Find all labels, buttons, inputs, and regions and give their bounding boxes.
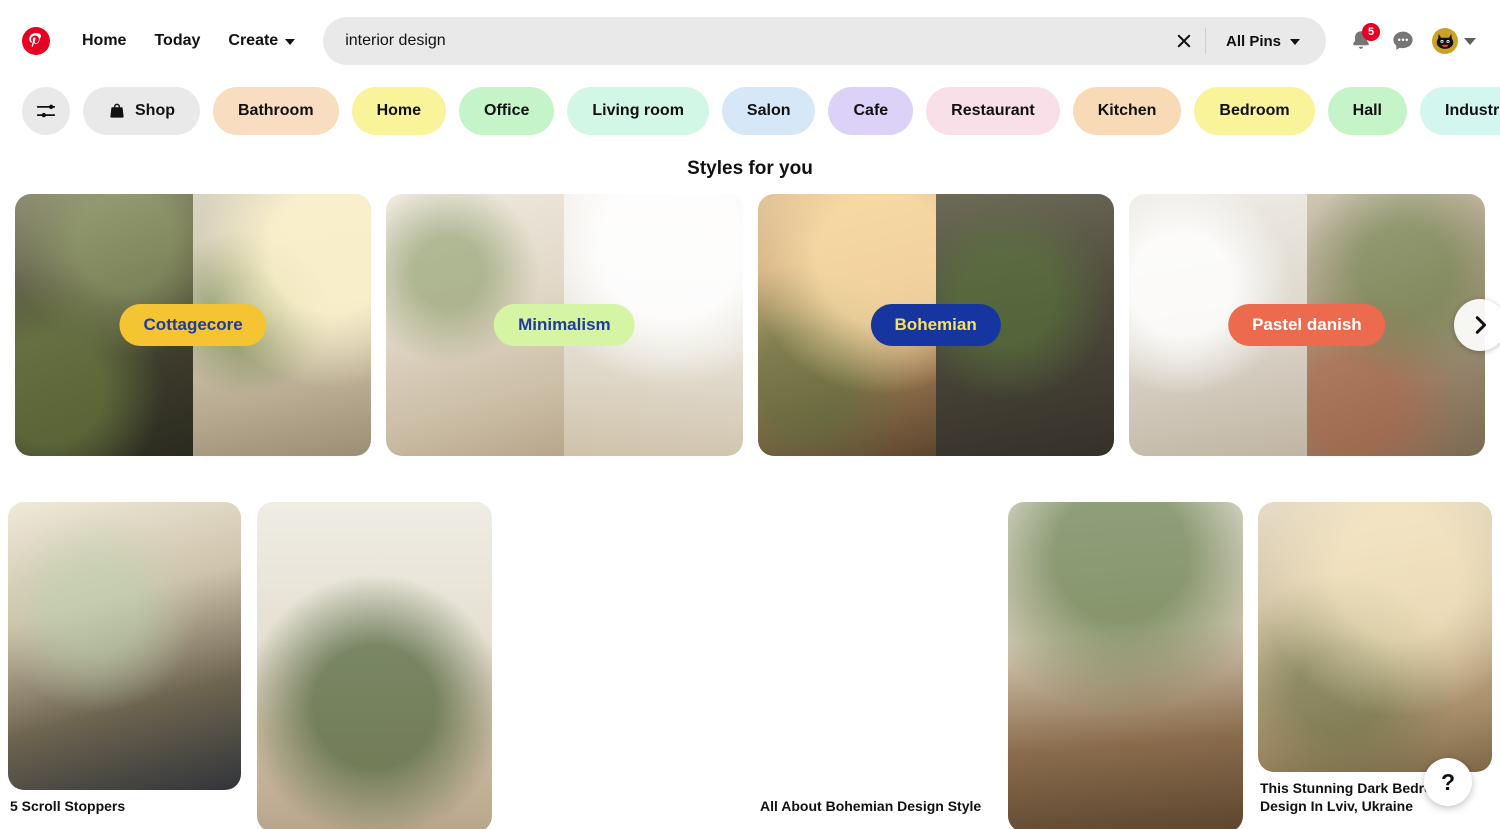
pin-image	[8, 502, 241, 790]
chevron-down-icon	[1290, 39, 1300, 45]
filter-chip-label: Living room	[592, 102, 684, 119]
filter-chip-salon[interactable]: Salon	[721, 87, 816, 135]
search-input[interactable]	[345, 18, 1163, 64]
carousel-next-button[interactable]	[1454, 299, 1500, 351]
pin-image	[1258, 502, 1492, 772]
pin-image	[257, 502, 492, 829]
pin-title: All About Bohemian Design Style	[760, 798, 982, 814]
search-bar[interactable]: All Pins	[323, 17, 1326, 65]
filter-chip-bar: Shop Bathroom Home Office Living room Salon Ca…	[0, 82, 1500, 140]
pinterest-logo-icon[interactable]	[22, 27, 50, 55]
pin-card[interactable]	[1008, 502, 1243, 829]
filter-chip-cafe[interactable]: Cafe	[828, 87, 914, 135]
chevron-down-icon	[285, 39, 296, 45]
filter-chip-living-room[interactable]: Living room	[567, 87, 709, 135]
style-card-bohemian[interactable]: Bohemian	[757, 194, 1114, 456]
filter-chip-label: Industrial	[1445, 102, 1500, 119]
filter-chip-bathroom[interactable]: Bathroom	[213, 87, 339, 135]
pin-image	[758, 502, 993, 790]
styles-carousel: Cottagecore Minimalism Bohemian Pastel d…	[0, 194, 1500, 456]
pin-feed-grid: 5 Scroll Stoppers All About Bohemian Des…	[0, 486, 1500, 829]
filter-chip-label: Hall	[1352, 102, 1382, 119]
bag-icon	[108, 102, 126, 120]
notifications-button[interactable]: 5	[1340, 20, 1382, 62]
notification-badge: 5	[1362, 23, 1380, 41]
filter-chip-industrial[interactable]: Industrial	[1420, 87, 1500, 135]
pin-card[interactable]	[257, 502, 492, 829]
style-card-label: Minimalism	[494, 304, 635, 346]
messages-button[interactable]	[1382, 20, 1424, 62]
pin-card[interactable]: 5 Scroll Stoppers	[8, 502, 241, 816]
nav-create-label: Create	[228, 32, 279, 49]
style-card-pastel-danish[interactable]: Pastel danish	[1128, 194, 1485, 456]
search-clear-button[interactable]	[1163, 18, 1205, 64]
style-card-label: Bohemian	[870, 304, 1001, 346]
filter-chip-restaurant[interactable]: Restaurant	[926, 87, 1060, 135]
styles-section-title: Styles for you	[687, 158, 813, 179]
filter-sliders-icon[interactable]	[22, 87, 70, 135]
filter-chip-label: Office	[484, 102, 530, 119]
nav-create[interactable]: Create	[214, 23, 309, 59]
pin-card[interactable]: All About Bohemian Design Style	[758, 502, 993, 816]
style-card-label: Cottagecore	[119, 304, 267, 346]
filter-chip-bedroom[interactable]: Bedroom	[1194, 87, 1315, 135]
filter-chip-label: Home	[376, 102, 422, 119]
filter-chip-label: Kitchen	[1097, 102, 1157, 119]
filter-chip-kitchen[interactable]: Kitchen	[1072, 87, 1182, 135]
top-header: Home Today Create All Pins 5	[0, 0, 1500, 82]
account-menu-chevron-down-icon[interactable]	[1464, 37, 1476, 45]
style-card-cottagecore[interactable]: Cottagecore	[15, 194, 372, 456]
avatar[interactable]	[1432, 28, 1458, 54]
filter-chip-label: Salon	[746, 102, 791, 119]
nav-home[interactable]: Home	[68, 23, 140, 59]
filter-chip-label: Shop	[135, 102, 175, 119]
filter-chip-office[interactable]: Office	[459, 87, 555, 135]
search-scope-selector[interactable]: All Pins	[1206, 18, 1322, 64]
search-scope-label: All Pins	[1225, 32, 1281, 50]
style-card-minimalism[interactable]: Minimalism	[386, 194, 743, 456]
filter-chip-label: Restaurant	[951, 102, 1035, 119]
style-card-label: Pastel danish	[1228, 304, 1386, 346]
filter-chip-shop[interactable]: Shop	[83, 87, 200, 135]
filter-chip-label: Bathroom	[238, 102, 314, 119]
filter-chip-label: Cafe	[853, 102, 889, 119]
pin-title: 5 Scroll Stoppers	[10, 798, 126, 814]
filter-chip-home[interactable]: Home	[351, 87, 447, 135]
nav-today[interactable]: Today	[140, 23, 214, 59]
pin-image	[1008, 502, 1243, 829]
filter-chip-hall[interactable]: Hall	[1327, 87, 1407, 135]
filter-chip-label: Bedroom	[1219, 102, 1290, 119]
help-button[interactable]: ?	[1424, 758, 1472, 806]
filter-chips: Shop Bathroom Home Office Living room Salon Ca…	[83, 87, 1500, 135]
